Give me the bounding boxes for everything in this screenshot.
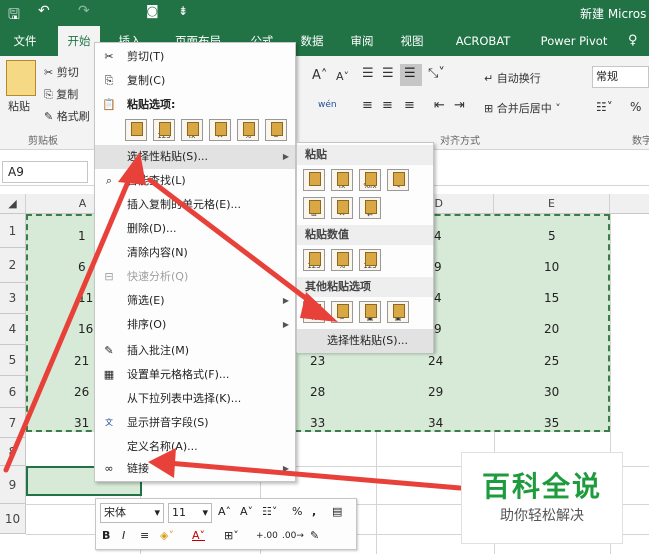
- arrow-to-paste-special: [3, 167, 136, 473]
- arrowhead: [118, 152, 146, 185]
- watermark-title: 百科全说: [481, 470, 602, 503]
- arrow-to-paste-link: [147, 177, 319, 309]
- watermark-subtitle: 助你轻松解决: [500, 508, 584, 524]
- arrowhead: [300, 292, 338, 322]
- arrowhead: [148, 448, 176, 478]
- arrow-to-link-menu: [165, 460, 463, 491]
- watermark: 百科全说 助你轻松解决: [461, 452, 623, 544]
